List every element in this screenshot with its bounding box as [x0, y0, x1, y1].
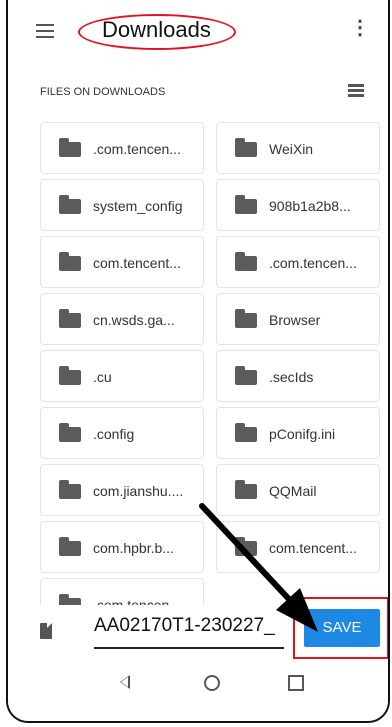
folder-icon	[235, 252, 257, 271]
file-item-label: .com.tencen...	[269, 255, 357, 271]
folder-icon	[235, 423, 257, 442]
file-item-label: .com.tencen...	[93, 141, 181, 157]
folder-icon	[235, 537, 257, 556]
folder-icon	[59, 252, 81, 271]
file-item[interactable]: system_config	[40, 179, 204, 231]
save-button[interactable]: SAVE	[304, 609, 380, 647]
file-item-label: .config	[93, 426, 135, 442]
folder-icon	[235, 195, 257, 214]
file-item-label: com.tencent...	[93, 255, 181, 271]
file-item-label: .cu	[93, 369, 112, 385]
folder-icon	[59, 195, 81, 214]
file-item-label: WeiXin	[269, 141, 314, 157]
file-item[interactable]: Browser	[216, 293, 380, 345]
folder-icon	[59, 138, 81, 157]
file-item[interactable]: .com.tencen...	[216, 236, 380, 288]
list-view-icon[interactable]	[348, 84, 364, 98]
file-icon	[40, 623, 52, 639]
file-item[interactable]: com.hpbr.b...	[40, 521, 204, 573]
folder-icon	[235, 138, 257, 157]
folder-icon	[59, 480, 81, 499]
file-item[interactable]: pConifg.ini	[216, 407, 380, 459]
file-item[interactable]: cn.wsds.ga...	[40, 293, 204, 345]
filename-input[interactable]: AA02170T1-230227_	[94, 615, 284, 649]
file-item[interactable]: com.tencent...	[216, 521, 380, 573]
file-item[interactable]: com.tencent...	[40, 236, 204, 288]
recent-apps-icon[interactable]	[288, 675, 304, 691]
back-icon[interactable]	[120, 675, 130, 689]
file-item-label: com.hpbr.b...	[93, 540, 174, 556]
file-item[interactable]: .config	[40, 407, 204, 459]
file-item-label: cn.wsds.ga...	[93, 312, 175, 328]
file-item[interactable]: QQMail	[216, 464, 380, 516]
folder-icon	[59, 366, 81, 385]
folder-icon	[59, 309, 81, 328]
file-item[interactable]: .secIds	[216, 350, 380, 402]
file-item[interactable]: WeiXin	[216, 122, 380, 174]
folder-icon	[59, 423, 81, 442]
file-item-label: 908b1a2b8...	[269, 198, 351, 214]
system-nav-bar	[8, 659, 388, 721]
section-title: FILES ON DOWNLOADS	[40, 86, 166, 98]
file-item-label: com.jianshu....	[93, 483, 184, 499]
folder-icon	[235, 366, 257, 385]
file-item[interactable]: 908b1a2b8...	[216, 179, 380, 231]
file-item-label: com.tencent...	[269, 540, 357, 556]
file-item[interactable]: .cu	[40, 350, 204, 402]
folder-icon	[235, 309, 257, 328]
folder-icon	[235, 480, 257, 499]
top-app-bar: Downloads ⋮	[8, 0, 388, 60]
file-item[interactable]: com.jianshu....	[40, 464, 204, 516]
file-item[interactable]: .com.tencen...	[40, 122, 204, 174]
file-item-label: QQMail	[269, 483, 317, 499]
more-vert-icon[interactable]: ⋮	[350, 18, 370, 38]
file-item-label: .secIds	[269, 369, 314, 385]
home-icon[interactable]	[204, 675, 220, 691]
file-item-label: system_config	[93, 198, 183, 214]
file-item-label: pConifg.ini	[269, 426, 336, 442]
save-bar: AA02170T1-230227_ SAVE	[8, 597, 388, 659]
file-item-label: Browser	[269, 312, 321, 328]
hamburger-icon[interactable]	[36, 24, 54, 38]
folder-icon	[59, 537, 81, 556]
page-title: Downloads	[102, 17, 211, 42]
app-screen: Downloads ⋮ FILES ON DOWNLOADS .com.tenc…	[6, 0, 390, 723]
